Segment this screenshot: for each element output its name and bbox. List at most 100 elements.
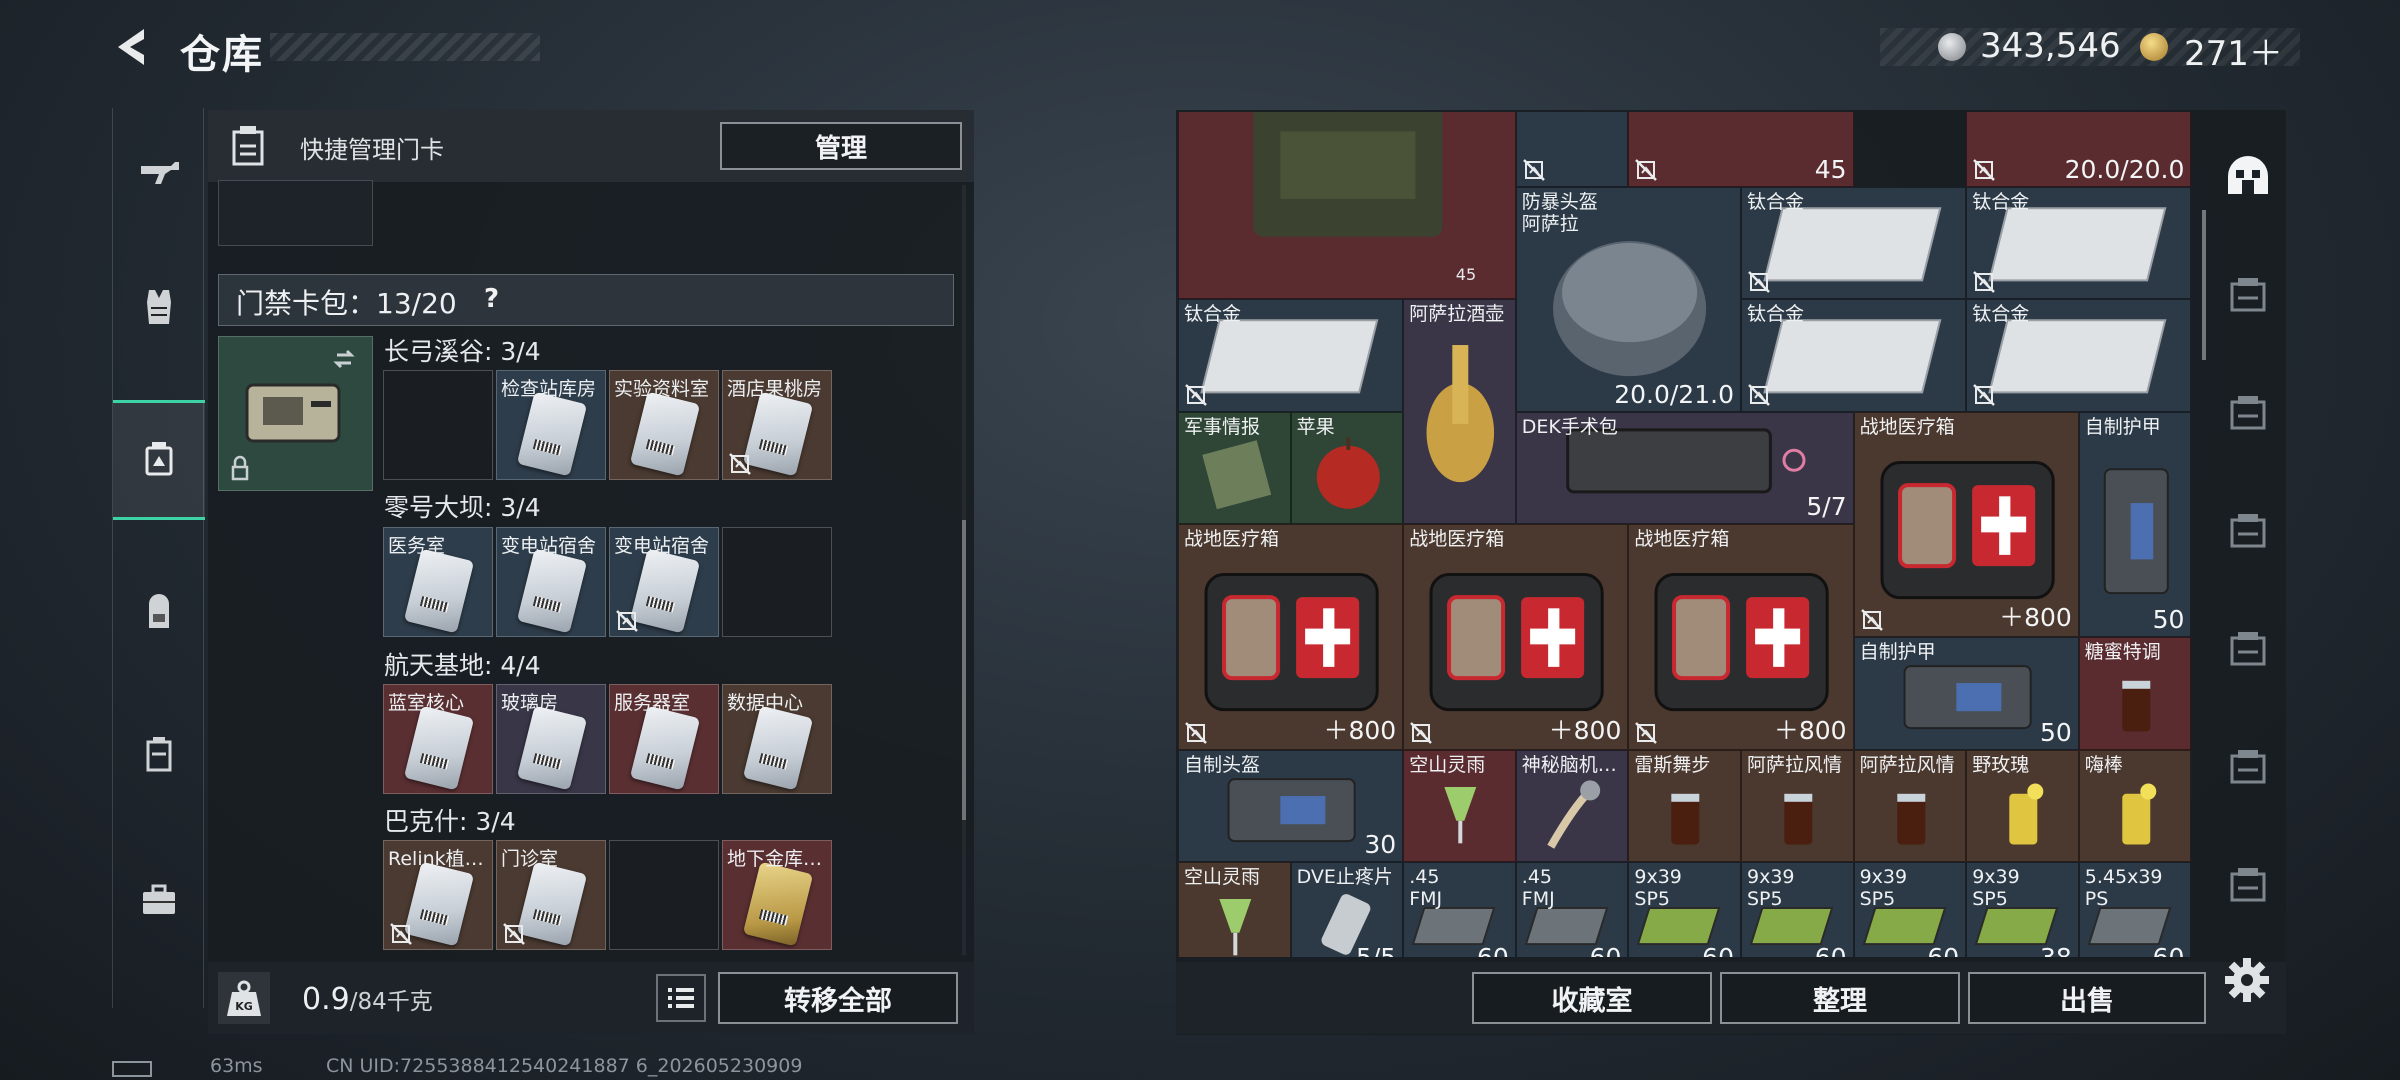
- keycard-name: Relink植…: [388, 848, 484, 870]
- item-slot[interactable]: [218, 180, 373, 246]
- stash-container-nav: [2208, 118, 2288, 948]
- item-name: 9x39 SP5: [1634, 866, 1682, 911]
- keycard-slot[interactable]: 变电站宿舍: [609, 527, 719, 637]
- stash-item[interactable]: 嗨棒: [2078, 749, 2192, 863]
- no-insurance-icon: [390, 923, 412, 945]
- stash-item[interactable]: 45: [1628, 112, 1854, 187]
- stash-item[interactable]: 钛合金: [1741, 299, 1967, 412]
- stash-item[interactable]: 战地医疗箱 ＋800: [1853, 411, 2079, 637]
- gold-balance[interactable]: 271＋: [2184, 26, 2283, 75]
- sell-button[interactable]: 出售: [1968, 972, 2206, 1024]
- stash-item[interactable]: 阿萨拉风情: [1741, 749, 1854, 863]
- empty-keycard-slot[interactable]: [609, 840, 719, 950]
- transfer-all-button[interactable]: 转移全部: [718, 972, 958, 1024]
- left-scrollbar-thumb[interactable]: [962, 520, 966, 820]
- stash-item[interactable]: 战地医疗箱 ＋800: [1178, 524, 1404, 750]
- stash-item[interactable]: 防暴头盔 阿萨拉 20.0/21.0: [1515, 186, 1741, 412]
- nav-item-weapon[interactable]: [113, 110, 205, 230]
- keycard-slot[interactable]: 检查站库房: [496, 370, 606, 480]
- item-badge: 60: [1815, 943, 1847, 957]
- stash-item[interactable]: 糖蜜特调: [2078, 637, 2192, 750]
- item-name: DEK手术包: [1521, 415, 1618, 438]
- stash-item[interactable]: DEK手术包 5/7: [1515, 411, 1854, 525]
- item-badge: 60: [2153, 943, 2185, 957]
- stash-item[interactable]: 9x39 SP5 60: [1628, 862, 1741, 957]
- nav-item-container[interactable]: [113, 694, 205, 814]
- stash-item[interactable]: 空山灵雨: [1178, 862, 1291, 957]
- stash-item[interactable]: 神秘脑机…: [1515, 749, 1629, 863]
- container-tab[interactable]: [2208, 472, 2288, 588]
- keycard-slot[interactable]: 医务室: [383, 527, 493, 637]
- keycard-image: [516, 705, 588, 791]
- nav-item-briefcase[interactable]: [113, 840, 205, 960]
- keycard-slot[interactable]: 数据中心: [722, 684, 832, 794]
- keycard-slot[interactable]: 实验资料室: [609, 370, 719, 480]
- battery-icon: [112, 1061, 152, 1077]
- keycard-case-slot[interactable]: [218, 336, 373, 491]
- nav-item-armor-vest[interactable]: [113, 246, 205, 366]
- item-name: 自制头盔: [1184, 753, 1261, 776]
- no-insurance-icon: [1748, 271, 1770, 294]
- keycard-image: [403, 861, 475, 947]
- keycard-slot[interactable]: Relink植…: [383, 840, 493, 950]
- stash-item[interactable]: 钛合金: [1741, 186, 1967, 300]
- list-view-icon[interactable]: [656, 974, 706, 1022]
- keycard-slot[interactable]: 服务器室: [609, 684, 719, 794]
- stash-item[interactable]: [1515, 112, 1629, 187]
- stash-item[interactable]: 5.45x39 PS 60: [2078, 862, 2192, 957]
- no-insurance-icon: [1635, 721, 1658, 744]
- stash-item[interactable]: .45 FMJ 60: [1403, 862, 1516, 957]
- stash-item[interactable]: 阿萨拉酒壶: [1403, 299, 1516, 525]
- stash-item[interactable]: 自制护甲 50: [2078, 411, 2192, 637]
- stash-item[interactable]: 空山灵雨: [1403, 749, 1516, 863]
- stash-item[interactable]: 9x39 SP5 38: [1966, 862, 2079, 957]
- sort-button[interactable]: 整理: [1720, 972, 1960, 1024]
- keycard-slot[interactable]: 酒店果桃房: [722, 370, 832, 480]
- keycard-slot[interactable]: 蓝室核心: [383, 684, 493, 794]
- empty-keycard-slot[interactable]: [722, 527, 832, 637]
- stash-item[interactable]: 钛合金: [1966, 186, 2192, 300]
- stash-item[interactable]: 自制头盔 30: [1178, 749, 1404, 863]
- stash-item[interactable]: .45 FMJ 60: [1515, 862, 1629, 957]
- container-tab[interactable]: [2208, 118, 2288, 234]
- stash-item[interactable]: 自制护甲 50: [1853, 637, 2079, 750]
- item-name: 糖蜜特调: [2084, 641, 2161, 663]
- nav-item-backpack[interactable]: [113, 552, 205, 672]
- container-tab[interactable]: [2208, 354, 2288, 470]
- container-tab[interactable]: [2208, 236, 2288, 352]
- collection-room-button[interactable]: 收藏室: [1472, 972, 1712, 1024]
- container-tab[interactable]: [2208, 708, 2288, 824]
- stash-item[interactable]: 苹果: [1290, 411, 1404, 525]
- item-name: 阿萨拉酒壶: [1409, 303, 1505, 326]
- stash-scrollbar-thumb[interactable]: [2202, 210, 2206, 360]
- stash-item[interactable]: 战地医疗箱 ＋800: [1403, 524, 1629, 750]
- stash-item[interactable]: 钛合金: [1966, 299, 2192, 412]
- manage-button[interactable]: 管理: [720, 122, 962, 170]
- stash-item[interactable]: 9x39 SP5 60: [1853, 862, 1967, 957]
- item-name: 嗨棒: [2084, 753, 2123, 776]
- back-arrow-icon[interactable]: [110, 25, 154, 69]
- container-tab[interactable]: [2208, 590, 2288, 706]
- keycard-name: 门诊室: [501, 848, 559, 870]
- stash-item[interactable]: 20.0/20.0: [1966, 112, 2192, 187]
- stash-item[interactable]: 战地医疗箱 ＋800: [1628, 524, 1854, 750]
- keycard-slot[interactable]: 变电站宿舍: [496, 527, 606, 637]
- stash-item[interactable]: 钛合金: [1178, 299, 1404, 412]
- empty-keycard-slot[interactable]: [383, 370, 493, 480]
- keycard-slot[interactable]: 门诊室: [496, 840, 606, 950]
- container-tab[interactable]: [2208, 826, 2288, 942]
- nav-item-keycard-case[interactable]: [113, 400, 205, 520]
- stash-item[interactable]: 雷斯舞步: [1628, 749, 1741, 863]
- help-icon[interactable]: ?: [484, 284, 499, 314]
- stash-item[interactable]: 阿萨拉风情: [1853, 749, 1967, 863]
- stash-item[interactable]: DVE止疼片 5/5: [1290, 862, 1404, 957]
- no-insurance-icon: [1185, 383, 1207, 406]
- section-title: 航天基地: 4/4: [384, 651, 541, 680]
- stash-item[interactable]: 9x39 SP5 60: [1741, 862, 1854, 957]
- stash-item[interactable]: 军事情报: [1178, 411, 1291, 525]
- svg-text:KG: KG: [235, 1000, 253, 1013]
- keycard-slot[interactable]: 地下金库…: [722, 840, 832, 950]
- gear-icon[interactable]: [2222, 955, 2272, 1005]
- keycard-slot[interactable]: 玻璃房: [496, 684, 606, 794]
- stash-item[interactable]: 野玫瑰: [1966, 749, 2079, 863]
